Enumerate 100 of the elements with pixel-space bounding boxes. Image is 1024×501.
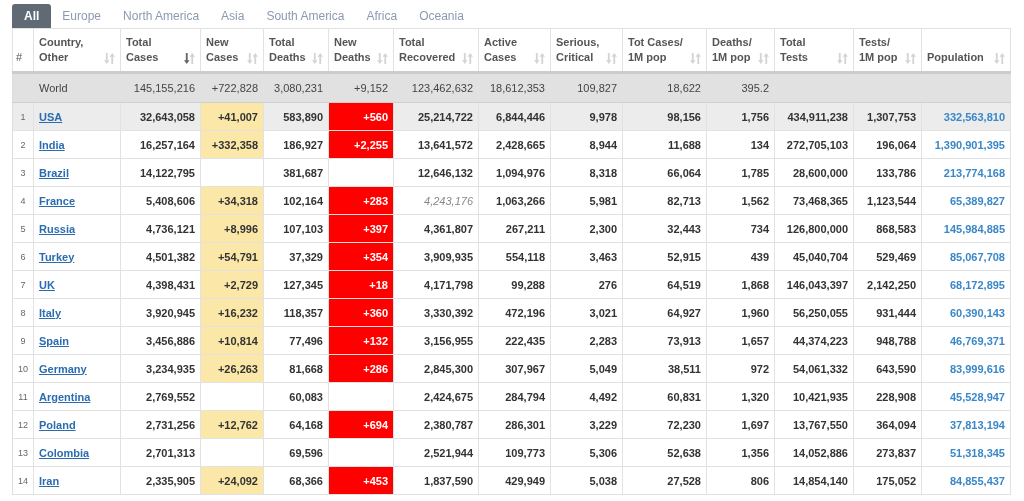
table-cell: 1,063,266 xyxy=(496,194,545,207)
table-cell: +18 xyxy=(369,278,388,291)
country-link[interactable]: UK xyxy=(39,278,55,291)
population-link[interactable]: 60,390,143 xyxy=(949,306,1005,319)
country-link[interactable]: Iran xyxy=(39,474,60,487)
population-link[interactable]: 84,855,437 xyxy=(949,474,1005,487)
population-link[interactable]: 83,999,616 xyxy=(949,362,1005,375)
table-cell: +332,358 xyxy=(211,138,258,151)
table-cell: 98,156 xyxy=(667,110,701,123)
region-tab[interactable]: Europe xyxy=(51,4,113,28)
population-link[interactable]: 213,774,168 xyxy=(943,166,1005,179)
region-tab[interactable]: Asia xyxy=(210,4,256,28)
table-cell: 44,374,223 xyxy=(792,334,848,347)
region-tab[interactable]: All xyxy=(12,4,52,28)
population-link[interactable]: 45,528,947 xyxy=(949,390,1005,403)
table-cell: 68,366 xyxy=(289,474,323,487)
population-link[interactable]: 1,390,901,395 xyxy=(934,138,1005,151)
rank-number: 1 xyxy=(20,111,26,122)
table-cell: +132 xyxy=(363,334,388,347)
country-link[interactable]: USA xyxy=(39,110,63,123)
table-cell: 276 xyxy=(598,278,617,291)
table-cell: 2,845,300 xyxy=(424,362,473,375)
column-header[interactable]: # xyxy=(16,50,23,65)
table-cell: 2,428,665 xyxy=(496,138,545,151)
table-cell: 2,521,944 xyxy=(424,446,473,459)
country-link[interactable]: France xyxy=(39,194,76,207)
country-link[interactable]: Spain xyxy=(39,334,69,347)
rank-number: 13 xyxy=(18,447,28,458)
sort-icon[interactable] xyxy=(184,53,195,64)
population-link[interactable]: 85,067,708 xyxy=(949,250,1005,263)
table-cell: 4,243,176 xyxy=(424,194,473,207)
table-cell: 3,909,935 xyxy=(424,250,473,263)
table-cell: 11,688 xyxy=(667,138,701,151)
population-link[interactable]: 51,318,345 xyxy=(949,446,1005,459)
population-link[interactable]: 37,813,194 xyxy=(949,418,1005,431)
table-cell: 472,196 xyxy=(505,306,545,319)
table-cell: 529,469 xyxy=(876,250,916,263)
country-link[interactable]: Germany xyxy=(39,362,87,375)
population-link[interactable]: 145,984,885 xyxy=(943,222,1005,235)
table-cell: 27,528 xyxy=(667,474,701,487)
region-tab[interactable]: Oceania xyxy=(408,4,475,28)
table-cell: 10,421,935 xyxy=(792,390,848,403)
table-cell: +397 xyxy=(363,222,388,235)
table-cell: 5,306 xyxy=(589,446,617,459)
table-cell: 284,794 xyxy=(505,390,545,403)
table-cell: 429,949 xyxy=(505,474,545,487)
table-cell: 5,408,606 xyxy=(146,194,195,207)
population-link[interactable]: 68,172,895 xyxy=(949,278,1005,291)
rank-number: 10 xyxy=(18,363,28,374)
country-link[interactable]: India xyxy=(39,138,65,151)
table-cell: +9,152 xyxy=(354,82,388,94)
population-link[interactable]: 332,563,810 xyxy=(943,110,1005,123)
table-cell: 109,773 xyxy=(505,446,545,459)
table-cell: 1,960 xyxy=(741,306,769,319)
table-cell: 38,511 xyxy=(667,362,701,375)
table-cell: +560 xyxy=(363,110,388,123)
table-cell: 228,908 xyxy=(876,390,916,403)
country-link[interactable]: Poland xyxy=(39,418,76,431)
table-cell: 5,981 xyxy=(589,194,617,207)
table-cell: 2,283 xyxy=(589,334,617,347)
table-cell: 806 xyxy=(750,474,769,487)
table-cell: +283 xyxy=(363,194,388,207)
region-tab[interactable]: North America xyxy=(112,4,211,28)
table-cell: +10,814 xyxy=(217,334,258,347)
table-cell: +16,232 xyxy=(217,306,258,319)
table-cell: 60,083 xyxy=(289,390,323,403)
country-link[interactable]: Colombia xyxy=(39,446,90,459)
table-cell: 2,701,313 xyxy=(146,446,195,459)
table-cell: 133,786 xyxy=(876,166,916,179)
table-cell: 8,318 xyxy=(589,166,617,179)
table-cell: 13,767,550 xyxy=(792,418,848,431)
table-cell: 972 xyxy=(750,362,769,375)
region-tab[interactable]: Africa xyxy=(355,4,409,28)
table-cell: 3,229 xyxy=(589,418,617,431)
population-link[interactable]: 65,389,827 xyxy=(949,194,1005,207)
table-cell: 3,330,392 xyxy=(424,306,473,319)
table-cell: 109,827 xyxy=(577,82,617,94)
table-cell: 146,043,397 xyxy=(786,278,848,291)
country-link[interactable]: Italy xyxy=(39,306,61,319)
country-link[interactable]: Argentina xyxy=(39,390,91,403)
country-link[interactable]: Turkey xyxy=(39,250,75,263)
table-cell: 16,257,164 xyxy=(139,138,195,151)
table-cell: 45,040,704 xyxy=(792,250,848,263)
table-cell: 8,944 xyxy=(589,138,617,151)
table-cell: +54,791 xyxy=(217,250,258,263)
table-cell: 196,064 xyxy=(876,138,916,151)
table-cell: +12,762 xyxy=(217,418,258,431)
table-cell: 395.2 xyxy=(741,82,769,94)
table-cell: 73,468,365 xyxy=(792,194,848,207)
table-cell: 1,837,590 xyxy=(424,474,473,487)
table-cell: 222,435 xyxy=(505,334,545,347)
table-cell: 107,103 xyxy=(283,222,323,235)
country-link[interactable]: Brazil xyxy=(39,166,69,179)
country-link[interactable]: Russia xyxy=(39,222,76,235)
region-tab[interactable]: South America xyxy=(255,4,356,28)
table-cell: 32,443 xyxy=(667,222,701,235)
table-cell: 3,456,886 xyxy=(146,334,195,347)
table-cell: 127,345 xyxy=(283,278,323,291)
table-cell: 2,769,552 xyxy=(146,390,195,403)
population-link[interactable]: 46,769,371 xyxy=(949,334,1005,347)
